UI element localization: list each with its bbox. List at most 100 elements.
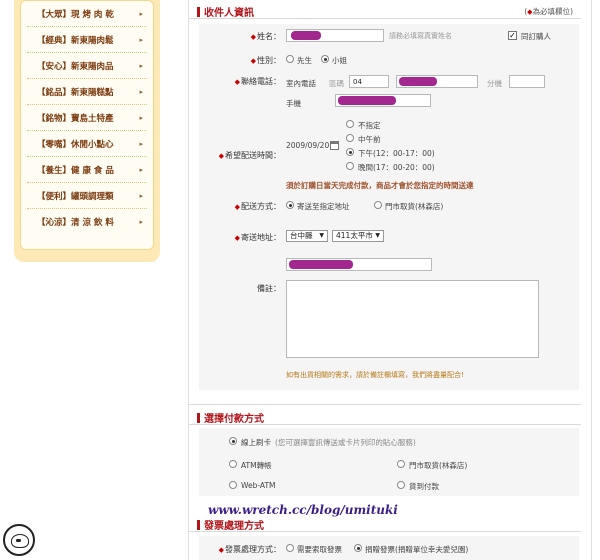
time-morning-radio[interactable] bbox=[346, 134, 354, 142]
area-code-input[interactable]: 04 bbox=[349, 75, 389, 88]
required-mark: ◆ bbox=[234, 234, 240, 242]
blog-watermark: www.wretch.cc/blog/umituki bbox=[208, 503, 398, 517]
gender-label: ◆性別： bbox=[201, 55, 281, 66]
invoice-request-radio[interactable] bbox=[286, 544, 294, 552]
delivery-home-radio[interactable] bbox=[286, 201, 294, 209]
name-hint: 請務必填寫真實姓名 bbox=[389, 32, 452, 40]
pay-credit-card-radio[interactable] bbox=[229, 437, 237, 445]
sidebar-item-drinks[interactable]: 【沁涼】清 涼 飲 料 ▸ bbox=[27, 209, 147, 235]
delivery-method-label-text: 配送方式： bbox=[241, 202, 281, 211]
pay-credit-card-note: (您可選擇豐訊傳送或卡片列印的貼心服務) bbox=[275, 438, 416, 447]
redacted-mobile bbox=[338, 96, 396, 105]
area-code-label: 區碼 bbox=[329, 79, 344, 88]
extension-input[interactable] bbox=[509, 75, 545, 88]
remarks-textarea[interactable] bbox=[286, 280, 539, 358]
sidebar-item-meat[interactable]: 【安心】新東陽肉品 ▸ bbox=[27, 53, 147, 79]
delivery-home-label: 寄送至指定地址 bbox=[297, 202, 350, 211]
same-as-buyer-checkbox[interactable]: ✓ bbox=[508, 31, 517, 40]
home-phone-label: 室內電話 bbox=[286, 79, 316, 88]
sidebar-item-label: 【養生】健 康 食 品 bbox=[37, 165, 114, 176]
phone-label-text: 聯絡電話： bbox=[241, 77, 281, 86]
mobile-label: 手機 bbox=[286, 99, 301, 108]
delivery-date[interactable]: 2009/09/20 bbox=[286, 141, 329, 150]
chevron-right-icon: ▸ bbox=[139, 139, 143, 148]
redacted-phone bbox=[399, 77, 437, 86]
required-mark: ◆ bbox=[218, 152, 224, 160]
recipient-section-title: 收件人資訊 bbox=[197, 4, 254, 19]
time-any-radio[interactable] bbox=[346, 120, 354, 128]
calendar-icon[interactable] bbox=[330, 141, 339, 150]
sidebar-item-canned[interactable]: 【便利】罐頭調理類 ▸ bbox=[27, 183, 147, 209]
sidebar-item-floss[interactable]: 【經典】新東陽肉鬆 ▸ bbox=[27, 27, 147, 53]
time-afternoon-label: 下午(12：00-17：00) bbox=[358, 149, 435, 158]
pay-credit-card-label: 線上刷卡 bbox=[241, 438, 271, 447]
required-mark: ◆ bbox=[218, 546, 224, 554]
chevron-right-icon: ▸ bbox=[139, 218, 143, 226]
pay-atm-label: ATM轉帳 bbox=[241, 461, 272, 470]
invoice-label: ◆發票處理方式： bbox=[201, 544, 281, 555]
time-morning-label: 中午前 bbox=[358, 135, 381, 144]
sidebar-item-label: 【大眾】現 烤 肉 乾 bbox=[37, 9, 114, 20]
pay-cod-radio[interactable] bbox=[397, 481, 405, 489]
sidebar-item-snacks[interactable]: 【零嘴】休閒小點心 ▸ bbox=[27, 131, 147, 157]
avatar-stamp-icon bbox=[3, 524, 35, 556]
pay-web-atm-label: Web-ATM bbox=[241, 481, 276, 490]
sidebar-item-label: 【零嘴】休閒小點心 bbox=[37, 139, 114, 150]
payment-deadline-warning: 須於訂購日當天完成付款，商品才會於您指定的時間送達 bbox=[286, 181, 474, 190]
required-note-text: 為必填欄位 bbox=[532, 7, 571, 16]
gender-female-radio[interactable] bbox=[321, 55, 329, 63]
district-select[interactable]: 411太平市 ▼ bbox=[332, 230, 384, 242]
recipient-form: ◆姓名： 請務必填寫真實姓名 ✓ 同訂購人 ◆性別： 先生 小姐 ◆聯絡電話： … bbox=[199, 24, 579, 390]
invoice-request-label: 需要索取發票 bbox=[297, 545, 342, 554]
chevron-right-icon: ▸ bbox=[139, 165, 143, 174]
delivery-method-label: ◆配送方式： bbox=[201, 201, 281, 212]
pay-cod-label: 貨到付款 bbox=[409, 482, 439, 491]
name-label: ◆姓名： bbox=[201, 31, 281, 42]
gender-male-radio[interactable] bbox=[286, 55, 294, 63]
remarks-label-text: 備註： bbox=[257, 284, 281, 293]
sidebar-item-jerky[interactable]: 【大眾】現 烤 肉 乾 ▸ bbox=[27, 1, 147, 27]
sidebar-item-pastry[interactable]: 【銘品】新東陽糕點 ▸ bbox=[27, 79, 147, 105]
sidebar-item-label: 【銘品】新東陽糕點 bbox=[37, 87, 114, 98]
time-evening-label: 晚間(17：00-20：00) bbox=[358, 163, 435, 172]
checkout-form: 收件人資訊 (◆為必填欄位) ◆姓名： 請務必填寫真實姓名 ✓ 同訂購人 ◆性別… bbox=[188, 0, 592, 560]
gender-male-label: 先生 bbox=[297, 56, 312, 65]
remarks-label: 備註： bbox=[201, 283, 281, 294]
sidebar-item-label: 【沁涼】清 涼 飲 料 bbox=[37, 218, 114, 228]
category-sidebar: 【大眾】現 烤 肉 乾 ▸ 【經典】新東陽肉鬆 ▸ 【安心】新東陽肉品 ▸ 【銘品】新… bbox=[14, 0, 160, 262]
redacted-name bbox=[291, 31, 321, 40]
chevron-right-icon: ▸ bbox=[139, 113, 143, 122]
sidebar-item-label: 【安心】新東陽肉品 bbox=[37, 61, 114, 72]
delivery-time-label: ◆希望配送時間： bbox=[201, 150, 281, 161]
sidebar-item-health[interactable]: 【養生】健 康 食 品 ▸ bbox=[27, 157, 147, 183]
sidebar-item-label: 【便利】罐頭調理類 bbox=[37, 191, 114, 202]
city-value: 台中縣 bbox=[290, 231, 313, 240]
district-value: 411太平市 bbox=[336, 231, 373, 240]
invoice-donate-radio[interactable] bbox=[354, 544, 362, 552]
sidebar-item-specialty[interactable]: 【銘物】寶島土特產 ▸ bbox=[27, 105, 147, 131]
section-divider bbox=[189, 424, 581, 425]
pay-web-atm-radio[interactable] bbox=[229, 481, 237, 489]
required-note: (◆為必填欄位) bbox=[524, 7, 573, 16]
invoice-donate-label: 捐贈發票(捐贈單位幸夫愛兒園) bbox=[365, 545, 469, 554]
time-afternoon-radio[interactable] bbox=[346, 148, 354, 156]
delivery-store-radio[interactable] bbox=[374, 201, 382, 209]
delivery-store-label: 門市取貨(林森店) bbox=[385, 202, 444, 211]
chevron-down-icon: ▼ bbox=[319, 232, 324, 239]
required-mark: ◆ bbox=[234, 203, 240, 211]
gender-female-label: 小姐 bbox=[332, 56, 347, 65]
name-label-text: 姓名： bbox=[257, 32, 281, 41]
sidebar-item-label: 【經典】新東陽肉鬆 bbox=[37, 35, 114, 46]
invoice-label-text: 發票處理方式： bbox=[225, 545, 281, 554]
city-select[interactable]: 台中縣 ▼ bbox=[286, 230, 328, 242]
pay-store-radio[interactable] bbox=[397, 460, 405, 468]
invoice-section-title: 發票處理方式 bbox=[197, 517, 264, 532]
remarks-note: 如有出貨相關的需求，請於備註欄填寫，我們將盡量配合! bbox=[286, 371, 464, 379]
required-mark: ◆ bbox=[234, 78, 240, 86]
checkout-page: 【大眾】現 烤 肉 乾 ▸ 【經典】新東陽肉鬆 ▸ 【安心】新東陽肉品 ▸ 【銘品】新… bbox=[0, 0, 600, 560]
pay-store-label: 門市取貨(林森店) bbox=[409, 461, 468, 470]
address-label-text: 寄送地址： bbox=[241, 233, 281, 242]
pay-atm-radio[interactable] bbox=[229, 460, 237, 468]
same-as-buyer-label: 同訂購人 bbox=[521, 32, 551, 41]
time-evening-radio[interactable] bbox=[346, 162, 354, 170]
